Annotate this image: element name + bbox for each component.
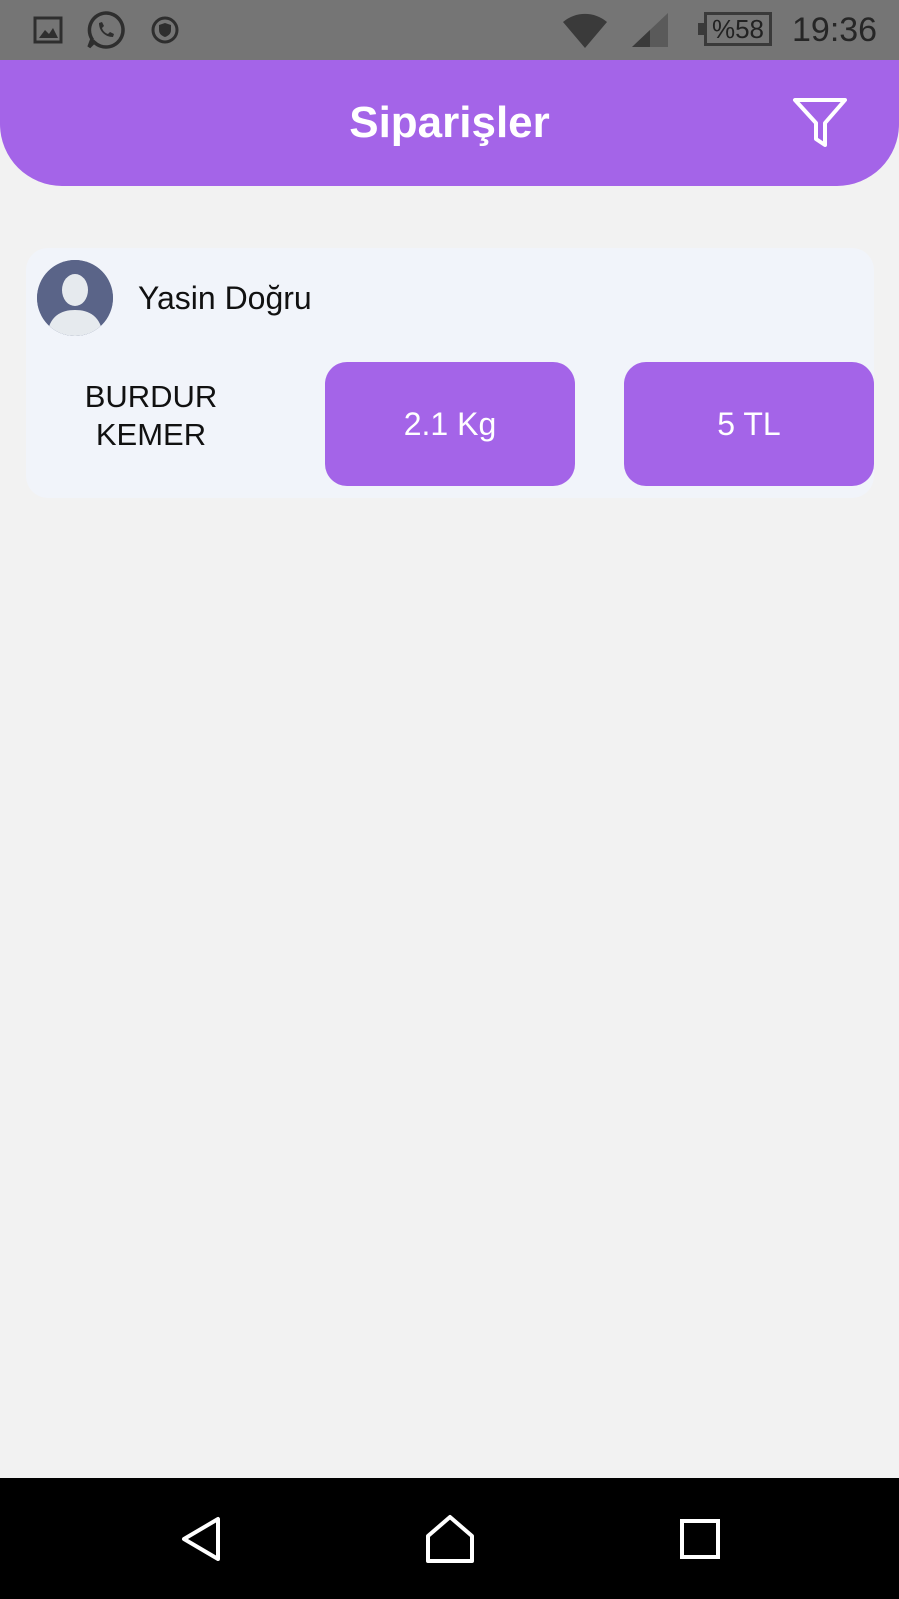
page-title: Siparişler bbox=[349, 98, 550, 147]
weight-button[interactable]: 2.1 Kg bbox=[325, 362, 575, 486]
recents-icon bbox=[680, 1518, 720, 1559]
home-button[interactable] bbox=[400, 1478, 500, 1599]
location-district: KEMER bbox=[95, 417, 207, 452]
back-button[interactable] bbox=[152, 1478, 252, 1599]
recents-button[interactable] bbox=[650, 1478, 750, 1599]
wifi-icon bbox=[560, 0, 610, 60]
status-bar: %58 19:36 bbox=[0, 0, 899, 60]
order-location: BURDUR KEMER bbox=[56, 378, 246, 454]
gallery-icon bbox=[30, 0, 66, 60]
avatar bbox=[37, 260, 113, 336]
whatsapp-icon bbox=[84, 0, 128, 60]
battery-indicator: %58 bbox=[698, 12, 772, 46]
price-button[interactable]: 5 TL bbox=[624, 362, 874, 486]
order-card[interactable]: Yasin Doğru BURDUR KEMER 2.1 Kg 5 TL bbox=[26, 248, 874, 498]
back-icon bbox=[182, 1516, 220, 1561]
filter-icon bbox=[793, 98, 847, 147]
app-header: Siparişler bbox=[0, 60, 899, 186]
battery-percent: %58 bbox=[711, 13, 765, 44]
filter-button[interactable] bbox=[785, 88, 855, 158]
customer-name: Yasin Doğru bbox=[138, 279, 312, 316]
status-time: 19:36 bbox=[792, 10, 878, 49]
location-city: BURDUR bbox=[84, 379, 218, 414]
home-icon bbox=[426, 1514, 474, 1563]
navigation-bar bbox=[0, 1478, 899, 1599]
vpn-shield-icon bbox=[148, 0, 182, 60]
signal-icon bbox=[628, 0, 672, 60]
